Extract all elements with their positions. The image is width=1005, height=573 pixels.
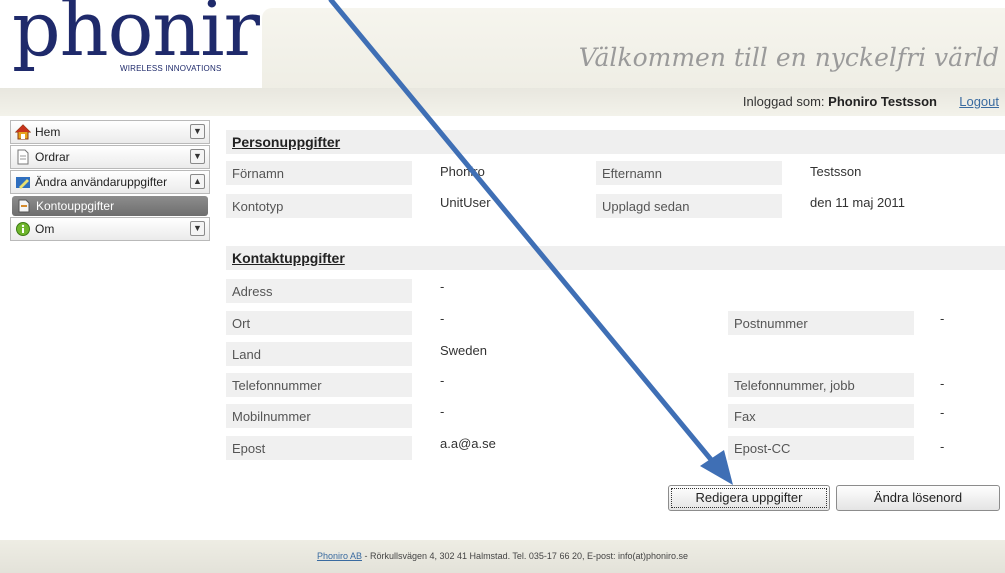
fax-value: - <box>940 405 945 420</box>
sidebar-item-andra-anvandaruppgifter[interactable]: Ändra användaruppgifter ▲ <box>10 170 210 194</box>
postnummer-value: - <box>940 311 945 326</box>
postnummer-label-text: Postnummer <box>734 316 808 331</box>
sidebar: Hem ▼ Ordrar ▼ Ändra användaruppgifter ▲… <box>10 120 210 242</box>
upplagd-label: Upplagd sedan <box>596 194 782 218</box>
epost-cc-label-text: Epost-CC <box>734 441 791 456</box>
postnummer-label: Postnummer <box>728 311 914 335</box>
chevron-down-icon[interactable]: ▼ <box>190 124 205 139</box>
efternamn-label: Efternamn <box>596 161 782 185</box>
section-personuppgifter: Personuppgifter <box>226 130 1005 154</box>
document-icon <box>17 149 29 165</box>
logged-in-as: Inloggad som: Phoniro Testsson <box>743 94 937 109</box>
sidebar-item-ordrar[interactable]: Ordrar ▼ <box>10 145 210 169</box>
telefon-jobb-label-text: Telefonnummer, jobb <box>734 378 855 393</box>
epost-cc-label: Epost-CC <box>728 436 914 460</box>
fornamn-value: Phoniro <box>440 164 485 179</box>
land-value: Sweden <box>440 343 487 358</box>
upplagd-label-text: Upplagd sedan <box>602 199 690 214</box>
sidebar-item-label: Kontouppgifter <box>36 199 115 213</box>
adress-label-text: Adress <box>232 284 273 299</box>
welcome-text: Välkommen till en nyckelfri värld <box>578 43 999 72</box>
epost-label: Epost <box>226 436 412 460</box>
land-label: Land <box>226 342 412 366</box>
sidebar-item-kontouppgifter[interactable]: Kontouppgifter <box>12 196 208 216</box>
sidebar-item-label: Om <box>35 222 55 236</box>
logo-subtitle: WIRELESS INNOVATIONS <box>120 64 222 73</box>
user-name: Phoniro Testsson <box>828 94 937 109</box>
chevron-down-icon[interactable]: ▼ <box>190 221 205 236</box>
sidebar-item-om[interactable]: Om ▼ <box>10 217 210 241</box>
fornamn-label-text: Förnamn <box>232 166 285 181</box>
sidebar-item-label: Ordrar <box>35 150 70 164</box>
epost-label-text: Epost <box>232 441 266 456</box>
home-icon <box>15 124 31 140</box>
efternamn-label-text: Efternamn <box>602 166 662 181</box>
fornamn-label: Förnamn <box>226 161 412 185</box>
telefon-value: - <box>440 373 445 388</box>
login-prefix: Inloggad som: <box>742 94 825 109</box>
change-password-button[interactable]: Ändra lösenord <box>836 485 1000 511</box>
section-kontaktuppgifter: Kontaktuppgifter <box>226 246 1005 270</box>
section-title: Kontaktuppgifter <box>232 250 345 266</box>
edit-user-icon <box>16 177 30 189</box>
kontotyp-value: UnitUser <box>440 195 491 210</box>
fax-label: Fax <box>728 404 914 428</box>
header-banner: Välkommen till en nyckelfri värld <box>262 8 1005 88</box>
kontotyp-label: Kontotyp <box>226 194 412 218</box>
section-title: Personuppgifter <box>232 134 341 150</box>
company-link[interactable]: Phoniro AB <box>317 551 362 561</box>
epost-value: a.a@a.se <box>440 436 496 451</box>
telefon-jobb-label: Telefonnummer, jobb <box>728 373 914 397</box>
telefon-label: Telefonnummer <box>226 373 412 397</box>
kontotyp-label-text: Kontotyp <box>232 199 284 214</box>
page-icon <box>18 199 30 213</box>
logout-link[interactable]: Logout <box>959 94 999 109</box>
sidebar-item-label: Hem <box>35 125 61 139</box>
chevron-up-icon[interactable]: ▲ <box>190 174 205 189</box>
footer: Phoniro AB - Rörkullsvägen 4, 302 41 Hal… <box>0 540 1005 573</box>
mobil-label: Mobilnummer <box>226 404 412 428</box>
telefon-jobb-value: - <box>940 376 945 391</box>
logo: phoniro WIRELESS INNOVATIONS <box>0 0 305 80</box>
efternamn-value: Testsson <box>810 164 862 179</box>
ort-label-text: Ort <box>232 316 251 331</box>
land-label-text: Land <box>232 347 261 362</box>
mobil-label-text: Mobilnummer <box>232 409 311 424</box>
mobil-value: - <box>440 404 445 419</box>
telefon-label-text: Telefonnummer <box>232 378 322 393</box>
footer-address: - Rörkullsvägen 4, 302 41 Halmstad. Tel.… <box>362 551 689 561</box>
ort-label: Ort <box>226 311 412 335</box>
logo-text: phoniro <box>12 0 305 73</box>
epost-cc-value: - <box>940 439 945 454</box>
chevron-down-icon[interactable]: ▼ <box>190 149 205 164</box>
sidebar-item-label: Ändra användaruppgifter <box>35 175 168 189</box>
edit-details-button[interactable]: Redigera uppgifter <box>668 485 830 511</box>
ort-value: - <box>440 311 445 326</box>
adress-label: Adress <box>226 279 412 303</box>
adress-value: - <box>440 279 445 294</box>
upplagd-value: den 11 maj 2011 <box>810 195 905 210</box>
info-icon <box>16 222 30 236</box>
sidebar-item-hem[interactable]: Hem ▼ <box>10 120 210 144</box>
login-bar: Inloggad som: Phoniro Testsson Logout <box>0 88 1005 116</box>
fax-label-text: Fax <box>734 409 756 424</box>
